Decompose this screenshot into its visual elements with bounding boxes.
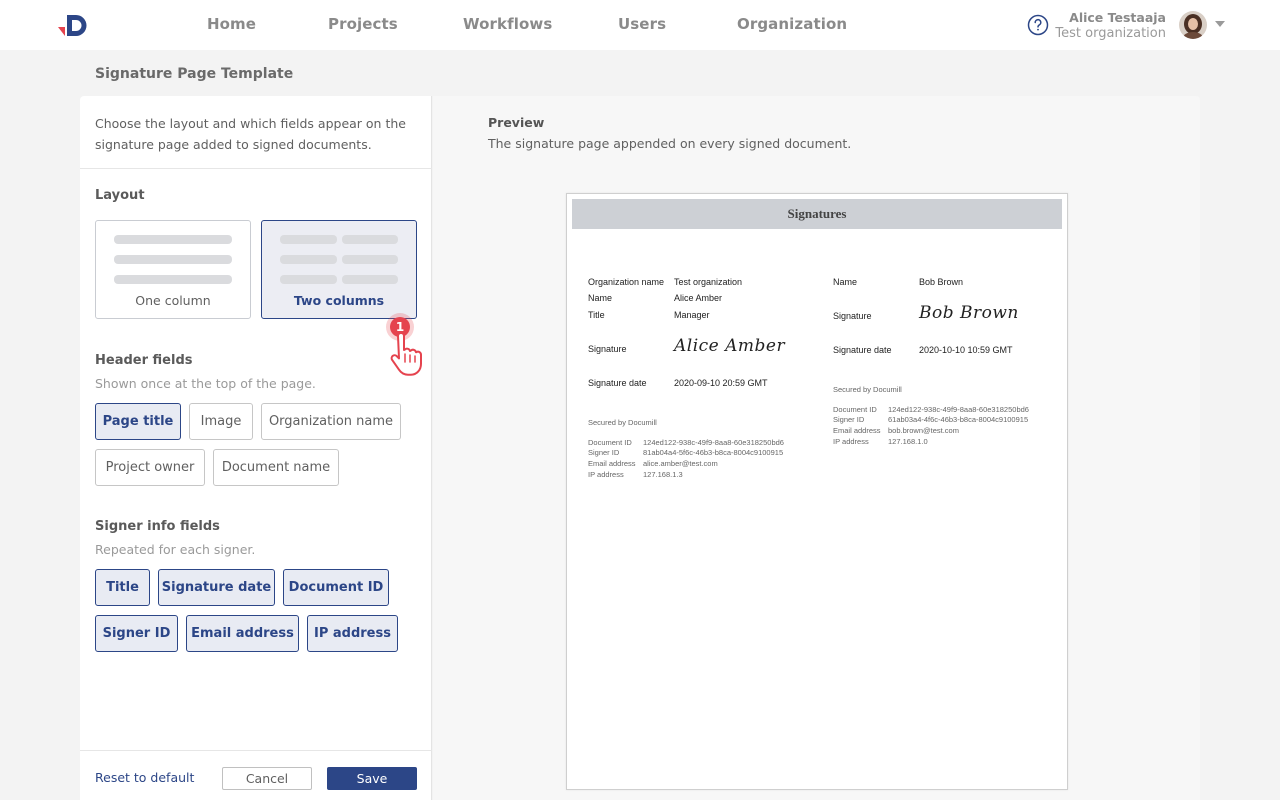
doc-field-value: 2020-10-10 10:59 GMT [919, 345, 1013, 355]
layout-two-columns[interactable]: Two columns [261, 220, 417, 319]
doc-field-label: Signature [588, 344, 627, 354]
doc-field-label: Signature date [833, 345, 892, 355]
nav-organization[interactable]: Organization [737, 15, 847, 33]
doc-field-value: 2020-09-10 20:59 GMT [674, 378, 768, 388]
user-name[interactable]: Alice Testaaja [1069, 10, 1166, 25]
layout-placeholder-bar [280, 275, 337, 284]
doc-field-label: Title [588, 310, 605, 320]
chip-email-address[interactable]: Email address [186, 615, 299, 652]
doc-meta-value: bob.brown@test.com [888, 426, 959, 435]
panel-footer: Reset to default Cancel Save [80, 750, 432, 800]
doc-meta-label: Document ID [833, 405, 877, 414]
signer-fields-title: Signer info fields [95, 519, 220, 534]
doc-field-label: Organization name [588, 277, 665, 287]
doc-meta-label: Email address [833, 426, 881, 435]
intro-text: Choose the layout and which fields appea… [95, 116, 406, 152]
doc-meta-value: alice.amber@test.com [643, 459, 718, 468]
layout-placeholder-bar [342, 275, 398, 284]
header-fields-title: Header fields [95, 353, 193, 368]
header-fields-subtitle: Shown once at the top of the page. [95, 376, 316, 391]
signature-page-preview: Signatures Organization name Test organi… [566, 193, 1068, 790]
doc-meta-value: 81ab04a4-5f6c-46b3-b8ca-8004c9100915 [643, 448, 784, 457]
divider [80, 168, 432, 169]
layout-placeholder-bar [114, 255, 232, 264]
layout-placeholder-bar [280, 235, 337, 244]
doc-meta-value: 127.168.1.0 [888, 437, 928, 446]
chip-signature-date[interactable]: Signature date [158, 569, 275, 606]
preview-panel: Preview The signature page appended on e… [433, 96, 1200, 800]
doc-field-label: Name [833, 277, 858, 287]
layout-placeholder-bar [114, 275, 232, 284]
nav-workflows[interactable]: Workflows [463, 15, 552, 33]
user-avatar[interactable] [1179, 11, 1207, 39]
layout-one-column[interactable]: One column [95, 220, 251, 319]
user-organization: Test organization [1055, 26, 1166, 41]
doc-header-title: Signatures [572, 199, 1062, 229]
cancel-button[interactable]: Cancel [222, 767, 312, 790]
doc-field-label: Signature [833, 311, 872, 321]
doc-meta-value: 124ed122-938c-49f9-8aa8-60e318250bd6 [888, 405, 1029, 414]
chip-page-title[interactable]: Page title [95, 403, 181, 440]
doc-meta-label: Email address [588, 459, 636, 468]
handwritten-signature: Bob Brown [919, 303, 1019, 323]
layout-placeholder-bar [342, 255, 398, 264]
question-circle-icon[interactable] [1027, 14, 1049, 36]
preview-title: Preview [488, 115, 545, 130]
preview-subtitle: The signature page appended on every sig… [488, 136, 852, 151]
doc-field-value: Alice Amber [674, 293, 723, 303]
chip-signer-id[interactable]: Signer ID [95, 615, 178, 652]
settings-panel: Choose the layout and which fields appea… [80, 96, 432, 800]
secured-by-text: Secured by Documill [588, 418, 657, 427]
doc-field-value: Bob Brown [919, 277, 964, 287]
handwritten-signature: Alice Amber [674, 336, 786, 356]
layout-section-title: Layout [95, 188, 145, 203]
layout-option-label: One column [135, 293, 211, 308]
layout-placeholder-bar [114, 235, 232, 244]
chip-project-owner[interactable]: Project owner [95, 449, 205, 486]
chip-image[interactable]: Image [189, 403, 253, 440]
hand-pointer-icon [390, 332, 422, 376]
chip-document-id[interactable]: Document ID [283, 569, 389, 606]
doc-meta-label: IP address [833, 437, 869, 446]
doc-field-value: Manager [674, 310, 710, 320]
secured-by-text: Secured by Documill [833, 385, 902, 394]
doc-meta-value: 61ab03a4-4f6c-46b3-b8ca-8004c9100915 [888, 415, 1029, 424]
chip-ip-address[interactable]: IP address [307, 615, 398, 652]
nav-users[interactable]: Users [618, 15, 666, 33]
nav-home[interactable]: Home [207, 15, 256, 33]
page-title: Signature Page Template [95, 66, 294, 82]
layout-option-label: Two columns [293, 293, 385, 308]
documill-logo[interactable] [56, 12, 90, 38]
doc-meta-label: Document ID [588, 438, 632, 447]
chip-organization-name[interactable]: Organization name [261, 403, 401, 440]
chevron-down-icon[interactable] [1215, 21, 1225, 27]
reset-to-default-link[interactable]: Reset to default [95, 770, 194, 785]
doc-field-label: Signature date [588, 378, 647, 388]
chip-title[interactable]: Title [95, 569, 150, 606]
doc-meta-value: 127.168.1.3 [643, 470, 683, 479]
signer-fields-subtitle: Repeated for each signer. [95, 542, 256, 557]
doc-meta-label: Signer ID [833, 415, 865, 424]
nav-projects[interactable]: Projects [328, 15, 398, 33]
top-navigation-bar: Home Projects Workflows Users Organizati… [0, 0, 1280, 50]
doc-meta-label: Signer ID [588, 448, 620, 457]
layout-placeholder-bar [280, 255, 337, 264]
doc-field-value: Test organization [674, 277, 743, 287]
save-button[interactable]: Save [327, 767, 417, 790]
doc-meta-value: 124ed122-938c-49f9-8aa8-60e318250bd6 [643, 438, 784, 447]
layout-placeholder-bar [342, 235, 398, 244]
doc-meta-label: IP address [588, 470, 624, 479]
doc-field-label: Name [588, 293, 613, 303]
chip-document-name[interactable]: Document name [213, 449, 339, 486]
